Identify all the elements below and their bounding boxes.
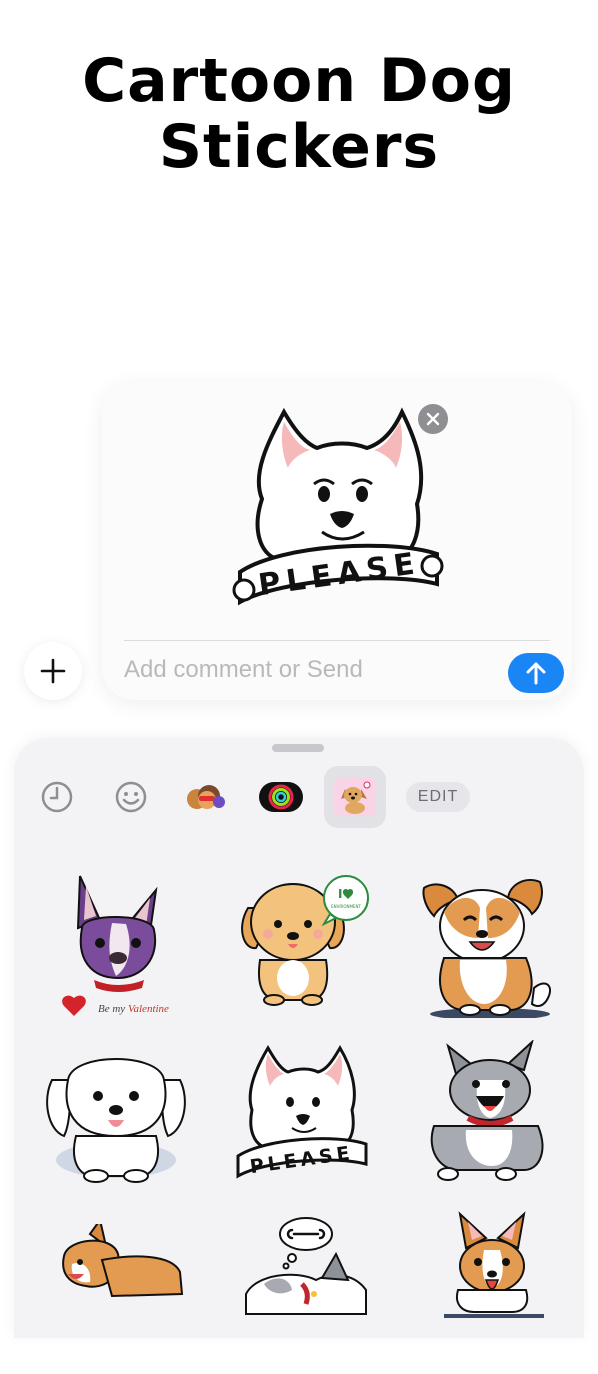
preview-sticker-samoyed-please: PLEASE xyxy=(232,407,444,606)
emoji-smiley-icon xyxy=(115,781,147,813)
tab-memoji[interactable] xyxy=(174,766,236,828)
dog-sticker-pack-icon xyxy=(334,778,376,816)
recent-clock-icon xyxy=(41,781,73,813)
valentine-text-be-my: Be my xyxy=(98,1003,125,1015)
sticker-grey-corgi-happy[interactable] xyxy=(414,1040,564,1190)
bubble-text-small: ENVIRONMENT xyxy=(331,904,361,909)
tab-emoji[interactable] xyxy=(100,766,162,828)
sticker-golden-puppy-i-love[interactable]: I ENVIRONMENT xyxy=(226,868,376,1018)
sticker-samoyed-please[interactable]: PLEASE xyxy=(226,1040,376,1190)
app-tab-bar: EDIT xyxy=(14,766,584,828)
tab-recent[interactable] xyxy=(26,766,88,828)
drawer-grabber[interactable] xyxy=(272,744,324,752)
edit-button[interactable]: EDIT xyxy=(406,782,470,812)
page-title: Cartoon Dog Stickers xyxy=(0,48,598,180)
send-button[interactable] xyxy=(508,653,564,693)
sticker-maltese-puppy[interactable] xyxy=(42,1040,192,1190)
plus-icon xyxy=(40,658,66,684)
message-compose-box: PLEASE xyxy=(102,382,572,700)
sticker-drawer: EDIT Be my Valentine I ENVIRONMENT PLEAS… xyxy=(14,738,584,1338)
bubble-text-i: I xyxy=(338,887,342,901)
valentine-text-valentine: Valentine xyxy=(128,1003,169,1015)
close-icon xyxy=(426,412,440,426)
tab-activity[interactable] xyxy=(250,766,312,828)
add-attachment-button[interactable] xyxy=(24,642,82,700)
page-title-line-2: Stickers xyxy=(158,112,440,182)
activity-rings-icon xyxy=(259,782,303,812)
sticker-corgi-sitting[interactable] xyxy=(414,868,564,1018)
tab-dog-stickers[interactable] xyxy=(324,766,386,828)
sticker-sleeping-dog-dream[interactable] xyxy=(226,1214,376,1364)
arrow-up-icon xyxy=(526,662,546,685)
page-title-line-1: Cartoon Dog xyxy=(82,46,516,116)
memoji-app-icon xyxy=(187,785,225,809)
heart-icon xyxy=(62,995,86,1016)
compose-divider xyxy=(124,640,550,641)
sticker-corgi-lying[interactable] xyxy=(42,1224,192,1374)
remove-sticker-button[interactable] xyxy=(418,404,448,434)
sticker-french-bulldog-valentine[interactable]: Be my Valentine xyxy=(42,868,192,1018)
sticker-corgi-tongue[interactable] xyxy=(414,1204,564,1354)
comment-input[interactable] xyxy=(124,650,494,690)
